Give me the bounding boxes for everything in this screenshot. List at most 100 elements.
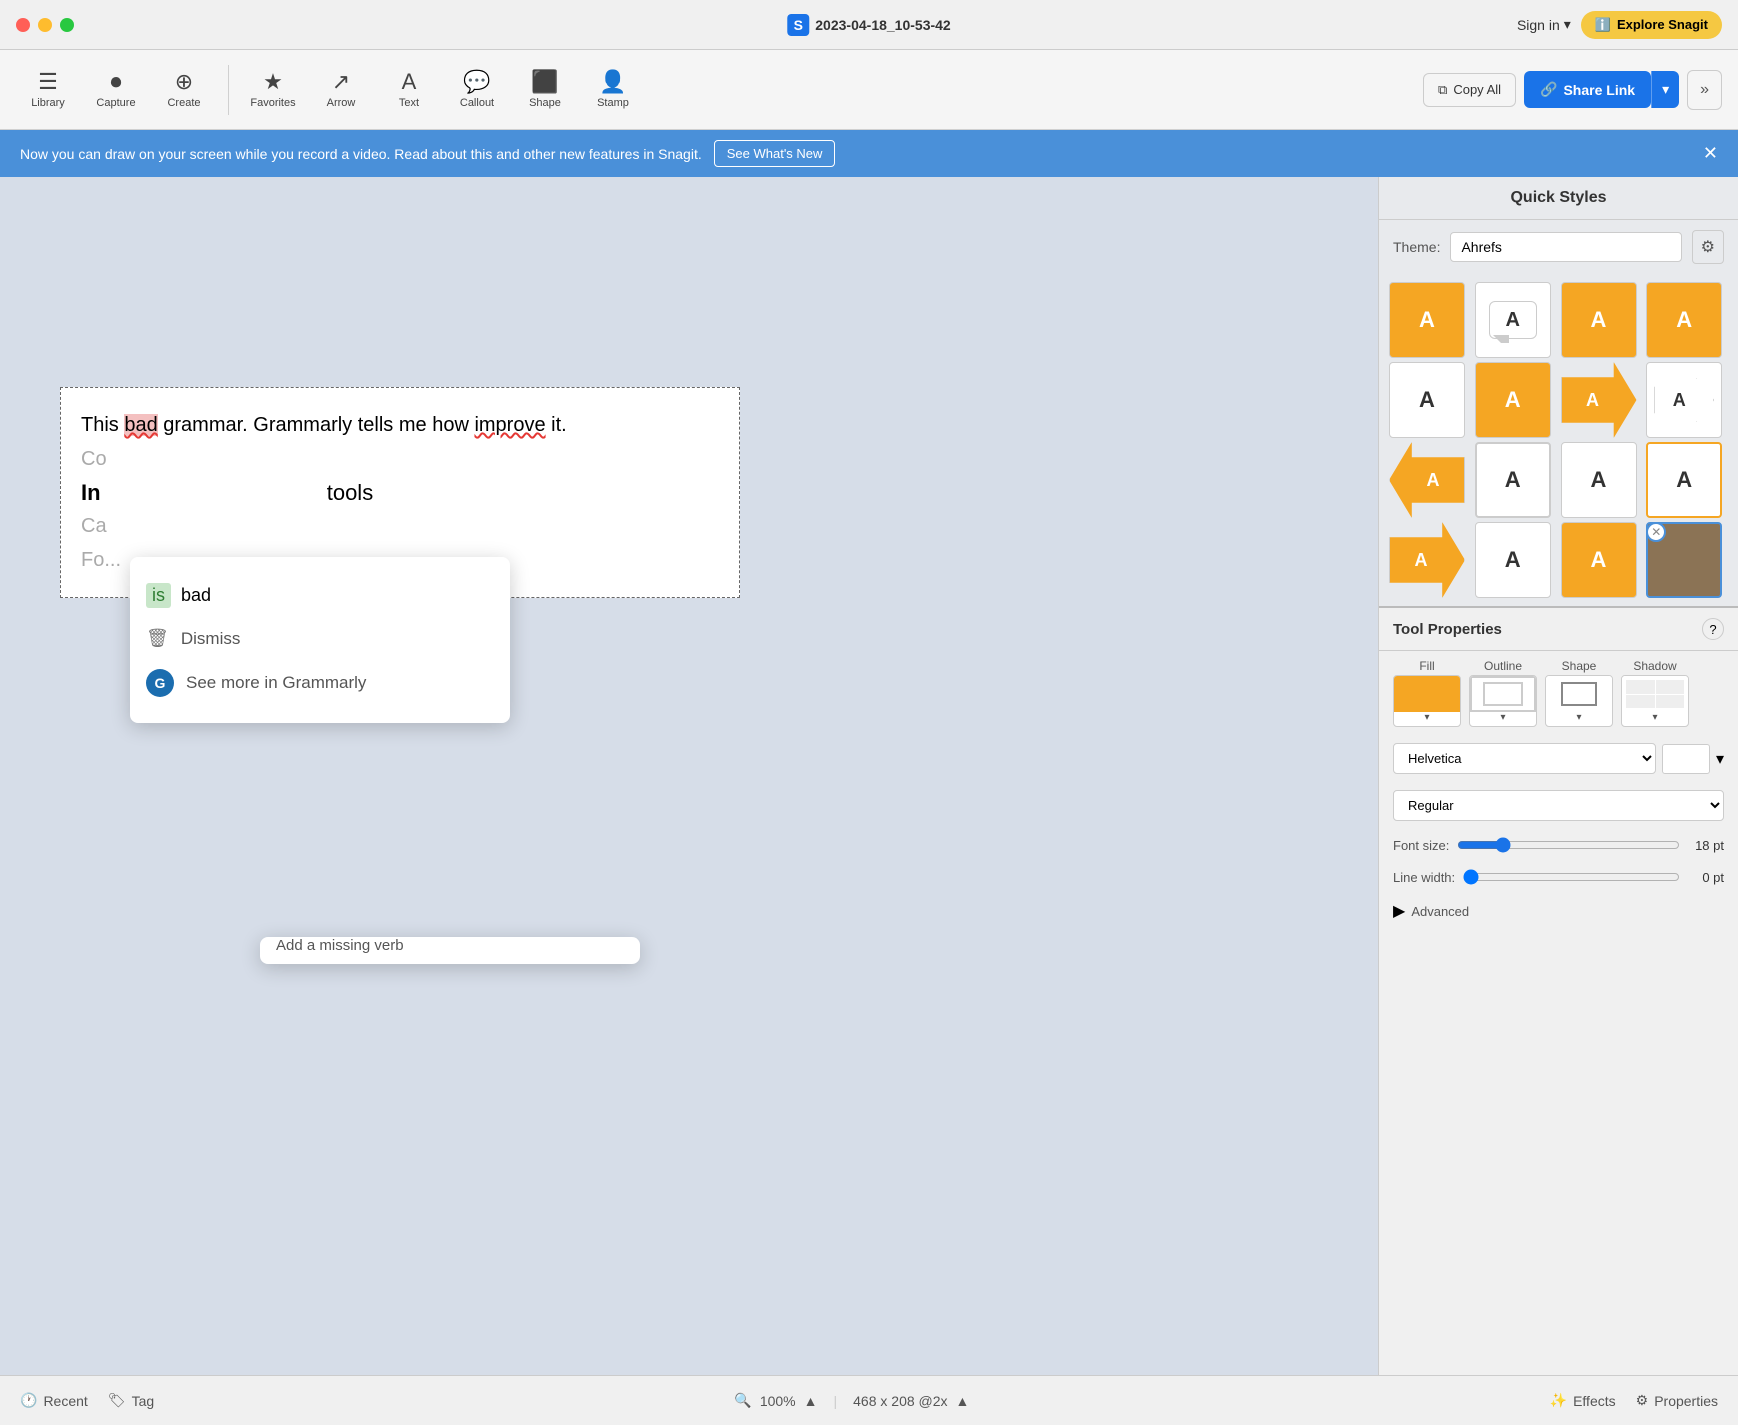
style-cell-7[interactable]: A xyxy=(1561,362,1637,438)
font-size-label: Font size: xyxy=(1393,838,1449,853)
font-size-row: Font size: 18 pt xyxy=(1379,829,1738,861)
copy-all-icon: ⧉ xyxy=(1438,82,1447,98)
style-cell-6[interactable]: A xyxy=(1475,362,1551,438)
grammarly-see-more-action[interactable]: G See more in Grammarly xyxy=(130,659,510,707)
tool-properties-panel: Tool Properties ? Fill ▾ Outline xyxy=(1379,606,1738,1375)
effects-label: Effects xyxy=(1573,1393,1616,1409)
create-label: Create xyxy=(167,97,200,109)
style-cell-16[interactable]: ✕ xyxy=(1646,522,1722,598)
font-color-dropdown[interactable]: ▾ xyxy=(1716,749,1724,769)
main-area: This bad grammar. Grammarly tells me how… xyxy=(0,177,1738,1375)
trash-icon: 🗑 xyxy=(146,628,169,649)
toolbar-arrow[interactable]: ↗ Arrow xyxy=(309,55,373,125)
window-controls xyxy=(16,18,74,32)
right-panel: Quick Styles Theme: Ahrefs ⚙ A A xyxy=(1378,177,1738,1375)
shape-swatch[interactable]: ▾ xyxy=(1545,675,1613,727)
tag-item[interactable]: 🏷 Tag xyxy=(108,1392,154,1409)
explore-snagit-button[interactable]: ℹ️ Explore Snagit xyxy=(1581,11,1722,39)
font-style-row: Regular xyxy=(1379,782,1738,829)
style-cell-14[interactable]: A xyxy=(1475,522,1551,598)
canvas-text-line2: Co xyxy=(81,442,719,476)
toolbar-divider-1 xyxy=(228,65,229,115)
explore-label: Explore Snagit xyxy=(1617,17,1708,32)
tool-properties-help-button[interactable]: ? xyxy=(1702,618,1724,640)
font-color-swatch[interactable] xyxy=(1662,744,1710,774)
share-link-dropdown-button[interactable]: ▾ xyxy=(1651,71,1679,108)
canvas-area[interactable]: This bad grammar. Grammarly tells me how… xyxy=(0,177,1378,1375)
font-style-select[interactable]: Regular xyxy=(1393,790,1724,821)
close-button[interactable] xyxy=(16,18,30,32)
style-cell-5[interactable]: A xyxy=(1389,362,1465,438)
grammarly-suggestion[interactable]: is bad xyxy=(130,573,510,618)
chevron-down-icon: ▾ xyxy=(1564,16,1571,33)
effects-button[interactable]: ✨ Effects xyxy=(1550,1392,1616,1409)
quick-styles-title: Quick Styles xyxy=(1379,177,1738,220)
canvas-text-line1: This bad grammar. Grammarly tells me how… xyxy=(81,408,719,442)
copy-all-button[interactable]: ⧉ Copy All xyxy=(1423,73,1516,107)
see-whats-new-button[interactable]: See What's New xyxy=(714,140,836,167)
advanced-row[interactable]: ▶ Advanced xyxy=(1379,893,1738,929)
theme-select[interactable]: Ahrefs xyxy=(1450,232,1681,262)
shape-icon: ⬛ xyxy=(531,71,558,93)
style-cell-1[interactable]: A xyxy=(1389,282,1465,358)
style-letter-10: A xyxy=(1505,467,1521,493)
toolbar-stamp[interactable]: 👤 Stamp xyxy=(581,55,645,125)
toolbar-capture[interactable]: ⏺ Capture xyxy=(84,55,148,125)
minimize-button[interactable] xyxy=(38,18,52,32)
close-circle-icon: ✕ xyxy=(1651,525,1661,539)
toolbar-right-actions: ⧉ Copy All 🔗 Share Link ▾ » xyxy=(1423,70,1722,110)
grammarly-hint: Add a missing verb xyxy=(260,937,640,964)
style-letter-9: A xyxy=(1427,470,1440,491)
fill-swatch[interactable]: ▾ xyxy=(1393,675,1461,727)
tag-icon: 🏷 xyxy=(108,1392,126,1409)
style-cell-2[interactable]: A xyxy=(1475,282,1551,358)
shape-prop-label: Shape xyxy=(1562,659,1597,673)
style-cell-3[interactable]: A xyxy=(1561,282,1637,358)
style-cell-13[interactable]: A xyxy=(1389,522,1465,598)
shadow-swatch[interactable]: ▾ xyxy=(1621,675,1689,727)
more-options-button[interactable]: » xyxy=(1687,70,1722,110)
title-bar: S 2023-04-18_10-53-42 Sign in ▾ ℹ️ Explo… xyxy=(0,0,1738,50)
font-select[interactable]: Helvetica xyxy=(1393,743,1656,774)
effects-icon: ✨ xyxy=(1550,1392,1567,1409)
grammarly-dismiss-label: Dismiss xyxy=(181,629,241,649)
toolbar-shape[interactable]: ⬛ Shape xyxy=(513,55,577,125)
theme-gear-button[interactable]: ⚙ xyxy=(1692,230,1724,264)
status-bar: 🕐 Recent 🏷 Tag 🔍 100% ▲ | 468 x 208 @2x … xyxy=(0,1375,1738,1425)
advanced-label: Advanced xyxy=(1411,904,1469,919)
toolbar-favorites[interactable]: ★ Favorites xyxy=(241,55,305,125)
theme-row: Theme: Ahrefs ⚙ xyxy=(1379,220,1738,274)
style-cell-11[interactable]: A xyxy=(1561,442,1637,518)
style-cell-15[interactable]: A xyxy=(1561,522,1637,598)
status-center: 🔍 100% ▲ | 468 x 208 @2x ▲ xyxy=(174,1392,1529,1409)
line-width-slider[interactable] xyxy=(1463,869,1680,885)
fill-swatch-arrow: ▾ xyxy=(1424,712,1429,726)
share-link-button[interactable]: 🔗 Share Link xyxy=(1524,71,1651,108)
style-cell-4[interactable]: A xyxy=(1646,282,1722,358)
sign-in-button[interactable]: Sign in ▾ xyxy=(1517,16,1571,33)
style-cell-10[interactable]: A xyxy=(1475,442,1551,518)
properties-button[interactable]: ⚙ Properties xyxy=(1636,1392,1718,1409)
toolbar-create[interactable]: ⊕ Create xyxy=(152,55,216,125)
toolbar-library[interactable]: ☰ Library xyxy=(16,55,80,125)
canvas-text-line3: In tools xyxy=(81,476,719,509)
grammarly-dismiss-action[interactable]: 🗑 Dismiss xyxy=(130,618,510,659)
recent-item[interactable]: 🕐 Recent xyxy=(20,1392,88,1409)
toolbar-text[interactable]: A Text xyxy=(377,55,441,125)
style-cell-9[interactable]: A xyxy=(1389,442,1465,518)
style-letter-13: A xyxy=(1415,550,1428,571)
dimensions-label: 468 x 208 @2x xyxy=(853,1393,947,1409)
shadow-swatch-arrow: ▾ xyxy=(1652,712,1657,726)
maximize-button[interactable] xyxy=(60,18,74,32)
style-cell-8[interactable]: A xyxy=(1646,362,1722,438)
style-cell-12[interactable]: A xyxy=(1646,442,1722,518)
outline-swatch[interactable]: ▾ xyxy=(1469,675,1537,727)
fill-color-area xyxy=(1394,676,1460,712)
font-size-slider[interactable] xyxy=(1457,837,1680,853)
gear-icon: ⚙ xyxy=(1636,1392,1649,1409)
properties-label: Properties xyxy=(1654,1393,1718,1409)
notification-close-button[interactable]: ✕ xyxy=(1703,143,1718,164)
style-letter-1: A xyxy=(1419,307,1435,333)
toolbar-callout[interactable]: 💬 Callout xyxy=(445,55,509,125)
style-letter-6: A xyxy=(1505,387,1521,413)
